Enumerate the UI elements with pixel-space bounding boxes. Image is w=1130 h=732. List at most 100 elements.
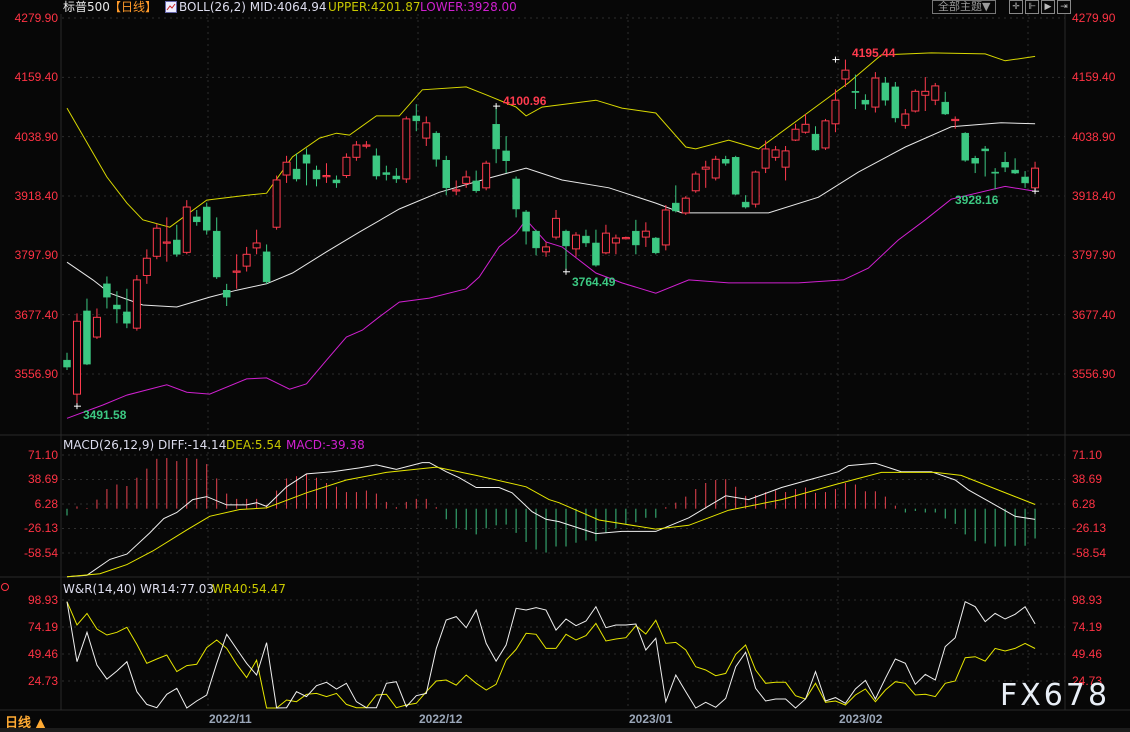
price-axis-label: 3797.90 [1072, 248, 1116, 263]
macd-label: MACD(26,12,9) DIFF:-14.14 [63, 438, 227, 452]
candle-body [621, 237, 630, 240]
candle-body [492, 124, 500, 150]
candle [881, 77, 890, 106]
candle-body [731, 157, 740, 195]
candle-body [72, 320, 81, 395]
candle [611, 234, 620, 255]
candle [222, 283, 231, 307]
candle-body [532, 230, 540, 249]
candle-body [452, 189, 461, 192]
candle [63, 352, 71, 371]
candle [851, 74, 860, 110]
candle [83, 298, 91, 366]
candle-body [502, 150, 510, 161]
candle-body [222, 289, 231, 298]
watermark-logo: FX678 [1000, 678, 1111, 713]
price-axis-label: 4159.40 [1072, 70, 1116, 85]
candle-body [611, 237, 620, 244]
candle-body [592, 242, 600, 266]
candle [342, 153, 351, 178]
candle-body [162, 241, 171, 244]
candle [1031, 161, 1040, 192]
candle [701, 160, 710, 188]
wr40-label: WR40:54.47 [212, 582, 286, 596]
candle-body [652, 237, 660, 254]
candle [192, 209, 201, 226]
candle [532, 229, 540, 256]
zoom-range-icon[interactable]: ⊩ [1025, 0, 1039, 14]
candle [312, 165, 321, 187]
candle [981, 145, 989, 177]
candle-body [113, 304, 121, 310]
candle-body [891, 86, 900, 119]
theme-dropdown[interactable]: 全部主题▼ [932, 0, 997, 14]
candle-body [971, 158, 979, 164]
candle [72, 313, 81, 407]
macd-axis-label: 71.10 [1072, 447, 1103, 462]
macd-axis-label: 71.10 [27, 447, 58, 462]
candle [92, 308, 101, 339]
candle [871, 72, 880, 113]
price-axis-label: 4159.40 [14, 70, 58, 85]
candle [412, 104, 421, 132]
low-annotation: 3764.49 [572, 275, 616, 289]
candle [731, 155, 740, 196]
macd-dea-line [66, 466, 1036, 578]
candle [1021, 171, 1029, 188]
wr-axis-label: 98.93 [27, 593, 58, 607]
candle-body [272, 179, 281, 228]
low-annotation: 3491.58 [83, 408, 127, 422]
candle [422, 116, 431, 146]
chart-canvas[interactable] [0, 0, 1130, 732]
candle [282, 155, 291, 183]
price-axis-label: 3677.40 [1072, 307, 1116, 322]
candle [113, 291, 121, 324]
candle [741, 195, 750, 209]
candle-body [182, 206, 191, 253]
candle [182, 200, 191, 255]
candle [831, 89, 840, 133]
candle [123, 288, 131, 329]
candle [771, 145, 780, 161]
candle [382, 165, 391, 181]
candle-body [851, 91, 860, 93]
candle-body [462, 176, 471, 184]
candle-body [1031, 167, 1040, 189]
panel-settings-icon[interactable] [1, 583, 9, 591]
bottom-tab-strip[interactable] [0, 728, 1130, 732]
candle [971, 155, 979, 174]
candle-body [681, 197, 690, 214]
candle [372, 148, 381, 180]
candle [961, 132, 969, 162]
candle [681, 196, 690, 215]
candle-body [761, 148, 770, 169]
wr-axis-label: 98.93 [1072, 593, 1103, 607]
candle [332, 175, 341, 188]
candle [152, 223, 161, 260]
boll-indicator-icon[interactable] [165, 1, 177, 13]
macd-axis-label: -26.13 [23, 521, 58, 536]
price-axis-label: 4279.90 [14, 11, 58, 25]
candle [1001, 151, 1009, 173]
candle [901, 109, 910, 129]
move-right-icon[interactable]: ⇥ [1057, 0, 1071, 14]
macd-panel-plot [66, 458, 1036, 578]
candle-body [482, 162, 491, 189]
candle-body [192, 216, 201, 223]
crosshair-icon[interactable]: ✛ [1009, 0, 1023, 14]
candle-body [1011, 169, 1019, 174]
candle-body [103, 283, 111, 298]
candle-body [901, 113, 910, 126]
candle [991, 168, 999, 190]
candle-body [322, 175, 331, 178]
candle [322, 163, 331, 183]
boll-lower-label: LOWER:3928.00 [420, 0, 517, 14]
candle-body [512, 178, 520, 210]
candle-body [402, 118, 411, 180]
candle-body [1001, 161, 1009, 168]
candle-body [1021, 176, 1029, 184]
play-icon[interactable]: ▶ [1041, 0, 1055, 14]
candle [242, 246, 251, 272]
candle [542, 241, 551, 257]
candle-body [132, 279, 141, 329]
